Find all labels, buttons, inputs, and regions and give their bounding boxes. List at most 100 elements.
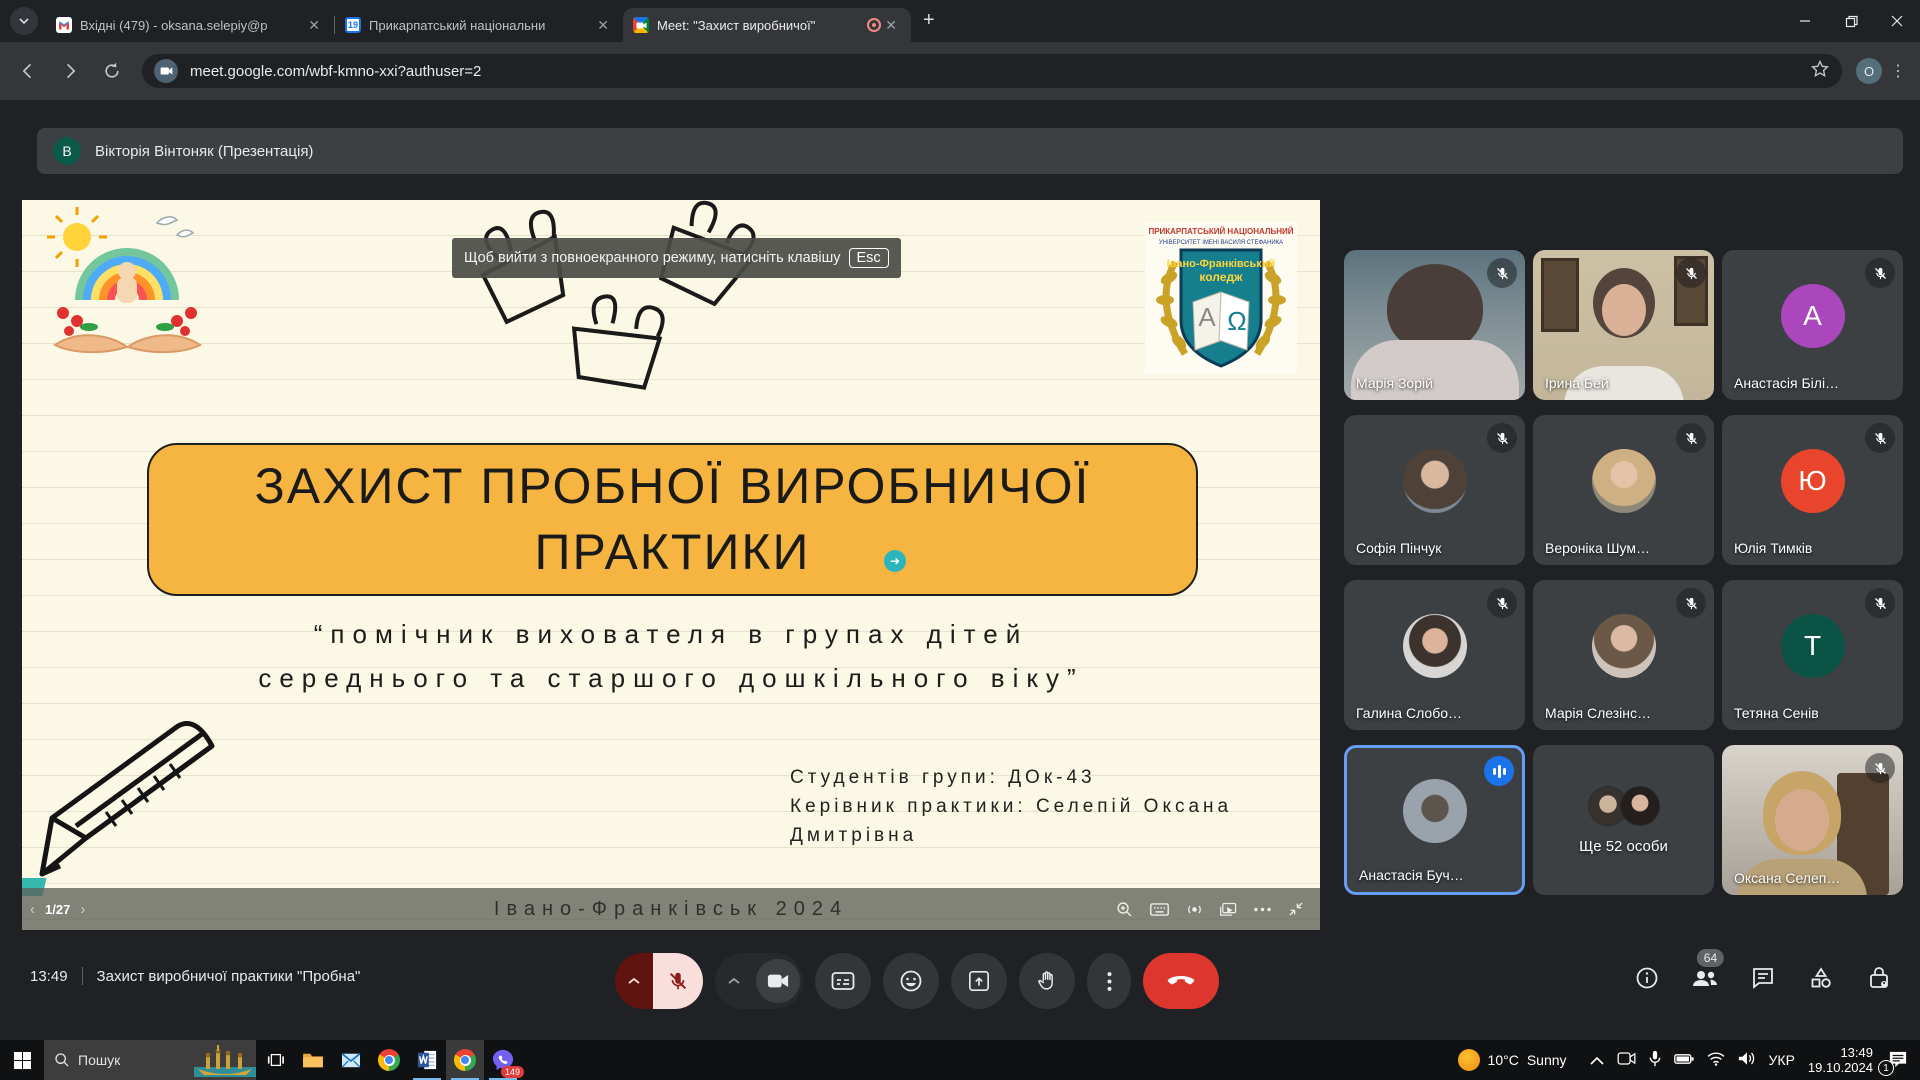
children-illustration <box>45 205 210 370</box>
participant-tile[interactable]: Марія Зорій <box>1344 250 1525 400</box>
reload-icon[interactable] <box>98 57 126 85</box>
participant-tile[interactable]: Т Тетяна Сенів <box>1722 580 1903 730</box>
tab-title: Вхідні (479) - oksana.selepiy@p <box>80 18 296 33</box>
tray-mic-icon[interactable] <box>1649 1050 1661 1070</box>
back-icon[interactable] <box>14 57 42 85</box>
mic-muted-button[interactable] <box>653 953 703 1009</box>
tab-search-button[interactable] <box>10 7 38 35</box>
tray-volume-icon[interactable] <box>1738 1051 1756 1069</box>
mic-options-chevron[interactable] <box>615 953 653 1009</box>
tray-wifi-icon[interactable] <box>1707 1052 1725 1069</box>
url-text[interactable]: meet.google.com/wbf-kmno-xxi?authuser=2 <box>190 63 1810 80</box>
avatar <box>1403 449 1467 513</box>
taskbar-weather[interactable]: 10°C Sunny <box>1458 1049 1567 1071</box>
slide-info-line3: Дмитрівна <box>790 821 1232 850</box>
viber-icon[interactable]: 149 <box>484 1040 522 1080</box>
participant-tile[interactable]: А Анастасія Білі… <box>1722 250 1903 400</box>
windows-taskbar: Пошук 149 10°C Sunny <box>0 1040 1920 1080</box>
host-controls-button[interactable] <box>1866 965 1892 991</box>
tab-meet-active[interactable]: Meet: "Захист виробничої" ✕ <box>623 8 911 42</box>
tab-close-icon[interactable]: ✕ <box>881 15 901 36</box>
svg-text:А: А <box>1198 302 1216 332</box>
participant-tile[interactable]: Софія Пінчук <box>1344 415 1525 565</box>
chat-button[interactable] <box>1750 965 1776 991</box>
chrome-icon-active[interactable] <box>446 1040 484 1080</box>
participant-name: Марія Зорій <box>1356 375 1433 391</box>
taskbar-search[interactable]: Пошук <box>44 1040 256 1080</box>
avatar <box>1620 786 1660 826</box>
participant-tile[interactable]: Ірина Бей <box>1533 250 1714 400</box>
participant-tile[interactable]: Вероніка Шум… <box>1533 415 1714 565</box>
end-call-button[interactable] <box>1143 953 1219 1009</box>
close-button[interactable] <box>1874 0 1920 42</box>
captions-button[interactable] <box>815 953 871 1009</box>
activities-button[interactable] <box>1808 965 1834 991</box>
tray-camera-icon[interactable] <box>1617 1051 1636 1069</box>
camera-in-use-icon[interactable] <box>154 59 178 83</box>
participant-tile[interactable]: Оксана Селеп… <box>1722 745 1903 895</box>
slide-info-line1: Студентів групи: ДОк-43 <box>790 763 1232 792</box>
meeting-details-button[interactable] <box>1634 965 1660 991</box>
avatar: А <box>1781 284 1845 348</box>
remote-cursor-icon: ➜ <box>884 550 906 572</box>
pencil-illustration <box>22 720 266 905</box>
new-tab-button[interactable]: + <box>923 9 935 32</box>
bookmark-star-icon[interactable] <box>1810 59 1830 84</box>
present-button[interactable] <box>951 953 1007 1009</box>
mail-icon[interactable] <box>332 1040 370 1080</box>
restore-button[interactable] <box>1828 0 1874 42</box>
mic-muted-icon <box>1865 258 1895 288</box>
meeting-time: 13:49 <box>30 968 68 985</box>
people-button[interactable]: 64 <box>1692 965 1718 991</box>
participant-name: Софія Пінчук <box>1356 540 1441 556</box>
avatar: Ю <box>1781 449 1845 513</box>
reactions-button[interactable] <box>883 953 939 1009</box>
participant-tile[interactable]: Марія Слезінс… <box>1533 580 1714 730</box>
browser-toolbar: meet.google.com/wbf-kmno-xxi?authuser=2 … <box>0 42 1920 100</box>
search-placeholder: Пошук <box>78 1052 194 1068</box>
language-indicator[interactable]: УКР <box>1769 1052 1795 1068</box>
forward-icon[interactable] <box>56 57 84 85</box>
more-participants-tile[interactable]: Ще 52 особи <box>1533 745 1714 895</box>
camera-button[interactable] <box>753 953 803 1009</box>
browser-menu-icon[interactable]: ⋮ <box>1888 61 1908 81</box>
tab-gmail[interactable]: Вхідні (479) - oksana.selepiy@p ✕ <box>46 8 334 42</box>
mic-muted-icon <box>1487 588 1517 618</box>
viber-unread-badge: 149 <box>501 1066 524 1078</box>
participant-tile[interactable]: Галина Слобо… <box>1344 580 1525 730</box>
camera-options-chevron[interactable] <box>715 953 753 1009</box>
svg-text:Івано-Франківський: Івано-Франківський <box>1167 258 1276 270</box>
fullscreen-exit-toast: Щоб вийти з повноекранного режиму, натис… <box>452 238 901 278</box>
url-bar[interactable]: meet.google.com/wbf-kmno-xxi?authuser=2 <box>142 54 1842 88</box>
start-button[interactable] <box>0 1040 44 1080</box>
chrome-icon[interactable] <box>370 1040 408 1080</box>
avatar <box>1403 614 1467 678</box>
raise-hand-button[interactable] <box>1019 953 1075 1009</box>
more-options-button[interactable] <box>1087 953 1131 1009</box>
file-explorer-icon[interactable] <box>294 1040 332 1080</box>
participant-tile-speaking[interactable]: Анастасія Буч… <box>1344 745 1525 895</box>
participant-name: Ірина Бей <box>1545 375 1609 391</box>
notification-center-icon[interactable]: 1 <box>1886 1048 1910 1072</box>
tab-close-icon[interactable]: ✕ <box>304 15 324 36</box>
tray-battery-icon[interactable] <box>1674 1052 1694 1068</box>
participant-tile[interactable]: Ю Юлія Тимків <box>1722 415 1903 565</box>
video-placeholder <box>1775 789 1829 851</box>
tab-close-icon[interactable]: ✕ <box>593 15 613 36</box>
tab-calendar[interactable]: 19 Прикарпатський національни ✕ <box>335 8 623 42</box>
binder-clips-illustration <box>412 200 832 410</box>
word-icon[interactable] <box>408 1040 446 1080</box>
tray-expand-icon[interactable] <box>1590 1052 1604 1068</box>
video-placeholder <box>1541 258 1579 332</box>
minimize-button[interactable] <box>1782 0 1828 42</box>
participant-name: Тетяна Сенів <box>1734 705 1819 721</box>
taskbar-clock[interactable]: 13:49 19.10.2024 <box>1808 1045 1873 1075</box>
task-view-button[interactable] <box>256 1040 294 1080</box>
profile-avatar[interactable]: O <box>1856 58 1882 84</box>
shared-presentation[interactable]: ПРИКАРПАТСЬКИЙ НАЦІОНАЛЬНИЙ УНІВЕРСИТЕТ … <box>22 200 1320 930</box>
mic-muted-icon <box>1676 423 1706 453</box>
video-placeholder <box>1351 340 1519 400</box>
weather-temp: 10°C <box>1488 1052 1519 1068</box>
presenter-avatar: В <box>53 137 81 165</box>
notification-count-badge: 1 <box>1878 1060 1894 1076</box>
